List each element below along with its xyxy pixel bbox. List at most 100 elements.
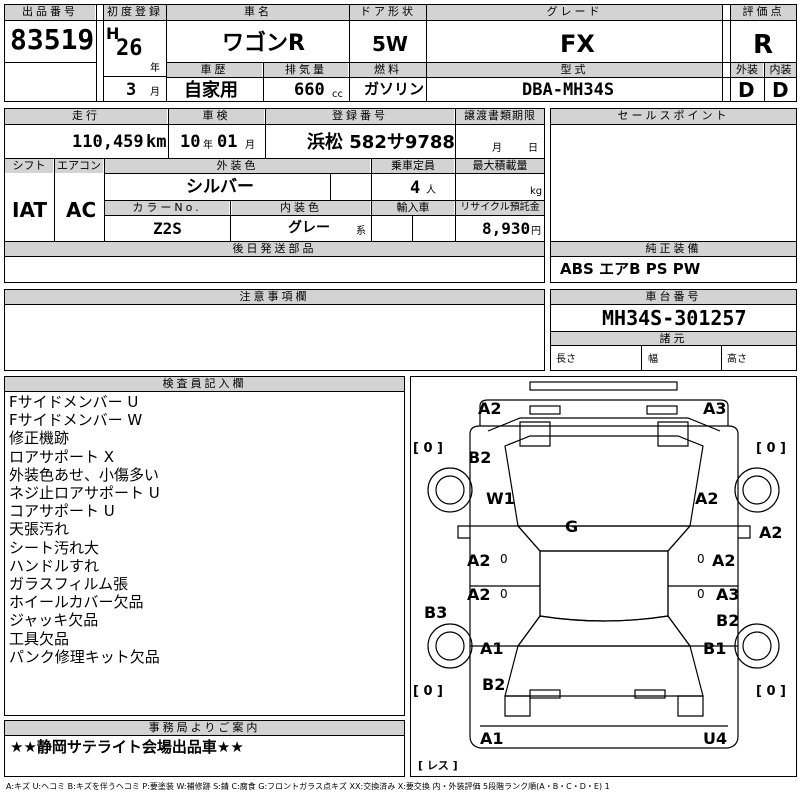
car-name: ワゴンR [222,31,305,56]
fuel-header: 燃料 [350,63,426,77]
door-rl-zero: 0 [500,587,508,601]
grade: FX [560,30,595,58]
label-fender-left: W1 [486,489,515,508]
label-door-fr: A2 [712,551,736,570]
interior-color-suffix: 系 [356,226,366,237]
displacement-unit: cc [332,89,343,100]
label-rear-right: B1 [703,639,727,658]
history-header: 車歴 [167,63,262,77]
mileage-header: 走行 [5,109,167,124]
color-number: Z2S [153,219,182,238]
inspector-notes: Fサイドメンバー U Fサイドメンバー W 修正機跡 ロアサポート X 外装色あ… [9,393,399,666]
hood-line [487,417,721,432]
label-rear-left-b: B2 [482,675,506,694]
sales-point-header: セールスポイント [551,109,796,124]
front-bumper-top [529,381,678,391]
specs-header: 諸元 [551,332,796,345]
label-front-right: A3 [703,399,727,418]
office-header: 事務局よりご案内 [5,721,404,735]
first-reg-month: 3 [126,80,137,100]
chassis-number: MH34S-301257 [602,306,747,330]
exterior-color: シルバー [186,177,254,197]
mirror-left [457,525,470,539]
office-note: ★★静岡サテライト会場出品車★★ [10,738,244,756]
label-quarter-rr: B2 [716,611,740,630]
score-header: 評価点 [731,5,796,20]
exterior-header: 外装 [731,63,763,77]
grade-header: グレード [427,5,722,20]
spec-width-label: 幅 [648,354,658,365]
shift-header: シフト [5,159,53,173]
door-type: 5W [372,32,408,56]
inspection-month: 01 [217,132,238,152]
fuel: ガソリン [364,80,425,98]
capacity: 4 [410,178,421,198]
plate-number: 浜松 582サ9788 [307,132,455,153]
transfer-month-unit: 月 [492,143,502,154]
recycle-header: リサイクル預託金 [456,201,544,215]
tire-front-right: [ 0 ] [756,441,786,456]
inspection-header: 車検 [169,109,264,124]
front-bumper [479,399,729,426]
wheel-rear-left [427,623,473,669]
label-roof: G [565,517,579,536]
car-diagram [427,381,780,749]
spec-length-label: 長さ [556,354,576,365]
first-reg-year: 26 [116,36,143,61]
lot-no-header: 出品番号 [5,5,95,20]
later-parts-header: 後日発送部品 [5,242,544,256]
wheel-front-right [734,467,780,513]
label-bumper-rear-left: A1 [480,729,504,748]
door-fr-zero: 0 [697,552,705,566]
first-reg-month-unit: 月 [150,87,160,98]
wheel-front-left [427,467,473,513]
note-line: ロアサポート X [9,447,115,466]
note-line: 修正機跡 [9,429,70,448]
label-side-right: A2 [759,523,783,542]
shift: IAT [12,198,48,222]
note-line: シート汚れ大 [9,538,100,557]
spec-height-label: 高さ [727,354,747,365]
door-header: ドア形状 [350,5,426,20]
transfer-docs-header: 譲渡書類期限 [456,109,544,124]
front-vent-right [646,405,678,415]
note-line: ジャッキ欠品 [9,611,99,630]
note-line: Fサイドメンバー U [9,393,139,411]
rear-vent-left [529,689,561,699]
mileage: 110,459 [72,132,144,152]
note-line: 外装色あせ、小傷多い [9,465,160,484]
note-line: 天張汚れ [9,520,70,539]
standard-equipment: ABS エアB PS PW [560,260,701,278]
plate-header: 登録番号 [266,109,454,124]
history: 自家用 [184,80,238,101]
inspection-year-unit: 年 [203,140,213,151]
taillight-left [504,695,531,717]
roof [539,550,669,622]
ext-color-header: 外装色 [105,159,370,173]
model-code-header: 型式 [427,63,722,77]
mileage-unit: km [146,132,167,152]
windshield [516,525,692,552]
score: R [753,30,774,60]
inspection-year: 10 [180,132,201,152]
transfer-day-unit: 日 [528,143,538,154]
interior-score: D [772,78,789,102]
tire-rear-left: [ 0 ] [413,684,443,699]
mirror-right [738,525,751,539]
spare-tire: [ レス ] [418,759,458,772]
label-side-left: B3 [424,603,448,622]
rear-vent-right [634,689,666,699]
note-line: コアサポート U [9,502,115,521]
interior-header: 内装 [765,63,796,77]
note-line: ガラスフィルム張 [9,575,129,594]
note-line: 工具欠品 [9,629,70,648]
color-no-header: カラーNo. [105,201,229,215]
import-header: 輸入車 [372,201,454,215]
max-load-header: 最大積載量 [456,159,544,173]
label-hood-left: B2 [468,448,492,467]
note-line: ネジ止ロアサポート U [9,484,160,503]
label-front-left: A2 [478,399,502,418]
first-reg-year-unit: 年 [150,63,160,74]
label-door-fl: A2 [467,551,491,570]
tire-front-left: [ 0 ] [413,441,443,456]
